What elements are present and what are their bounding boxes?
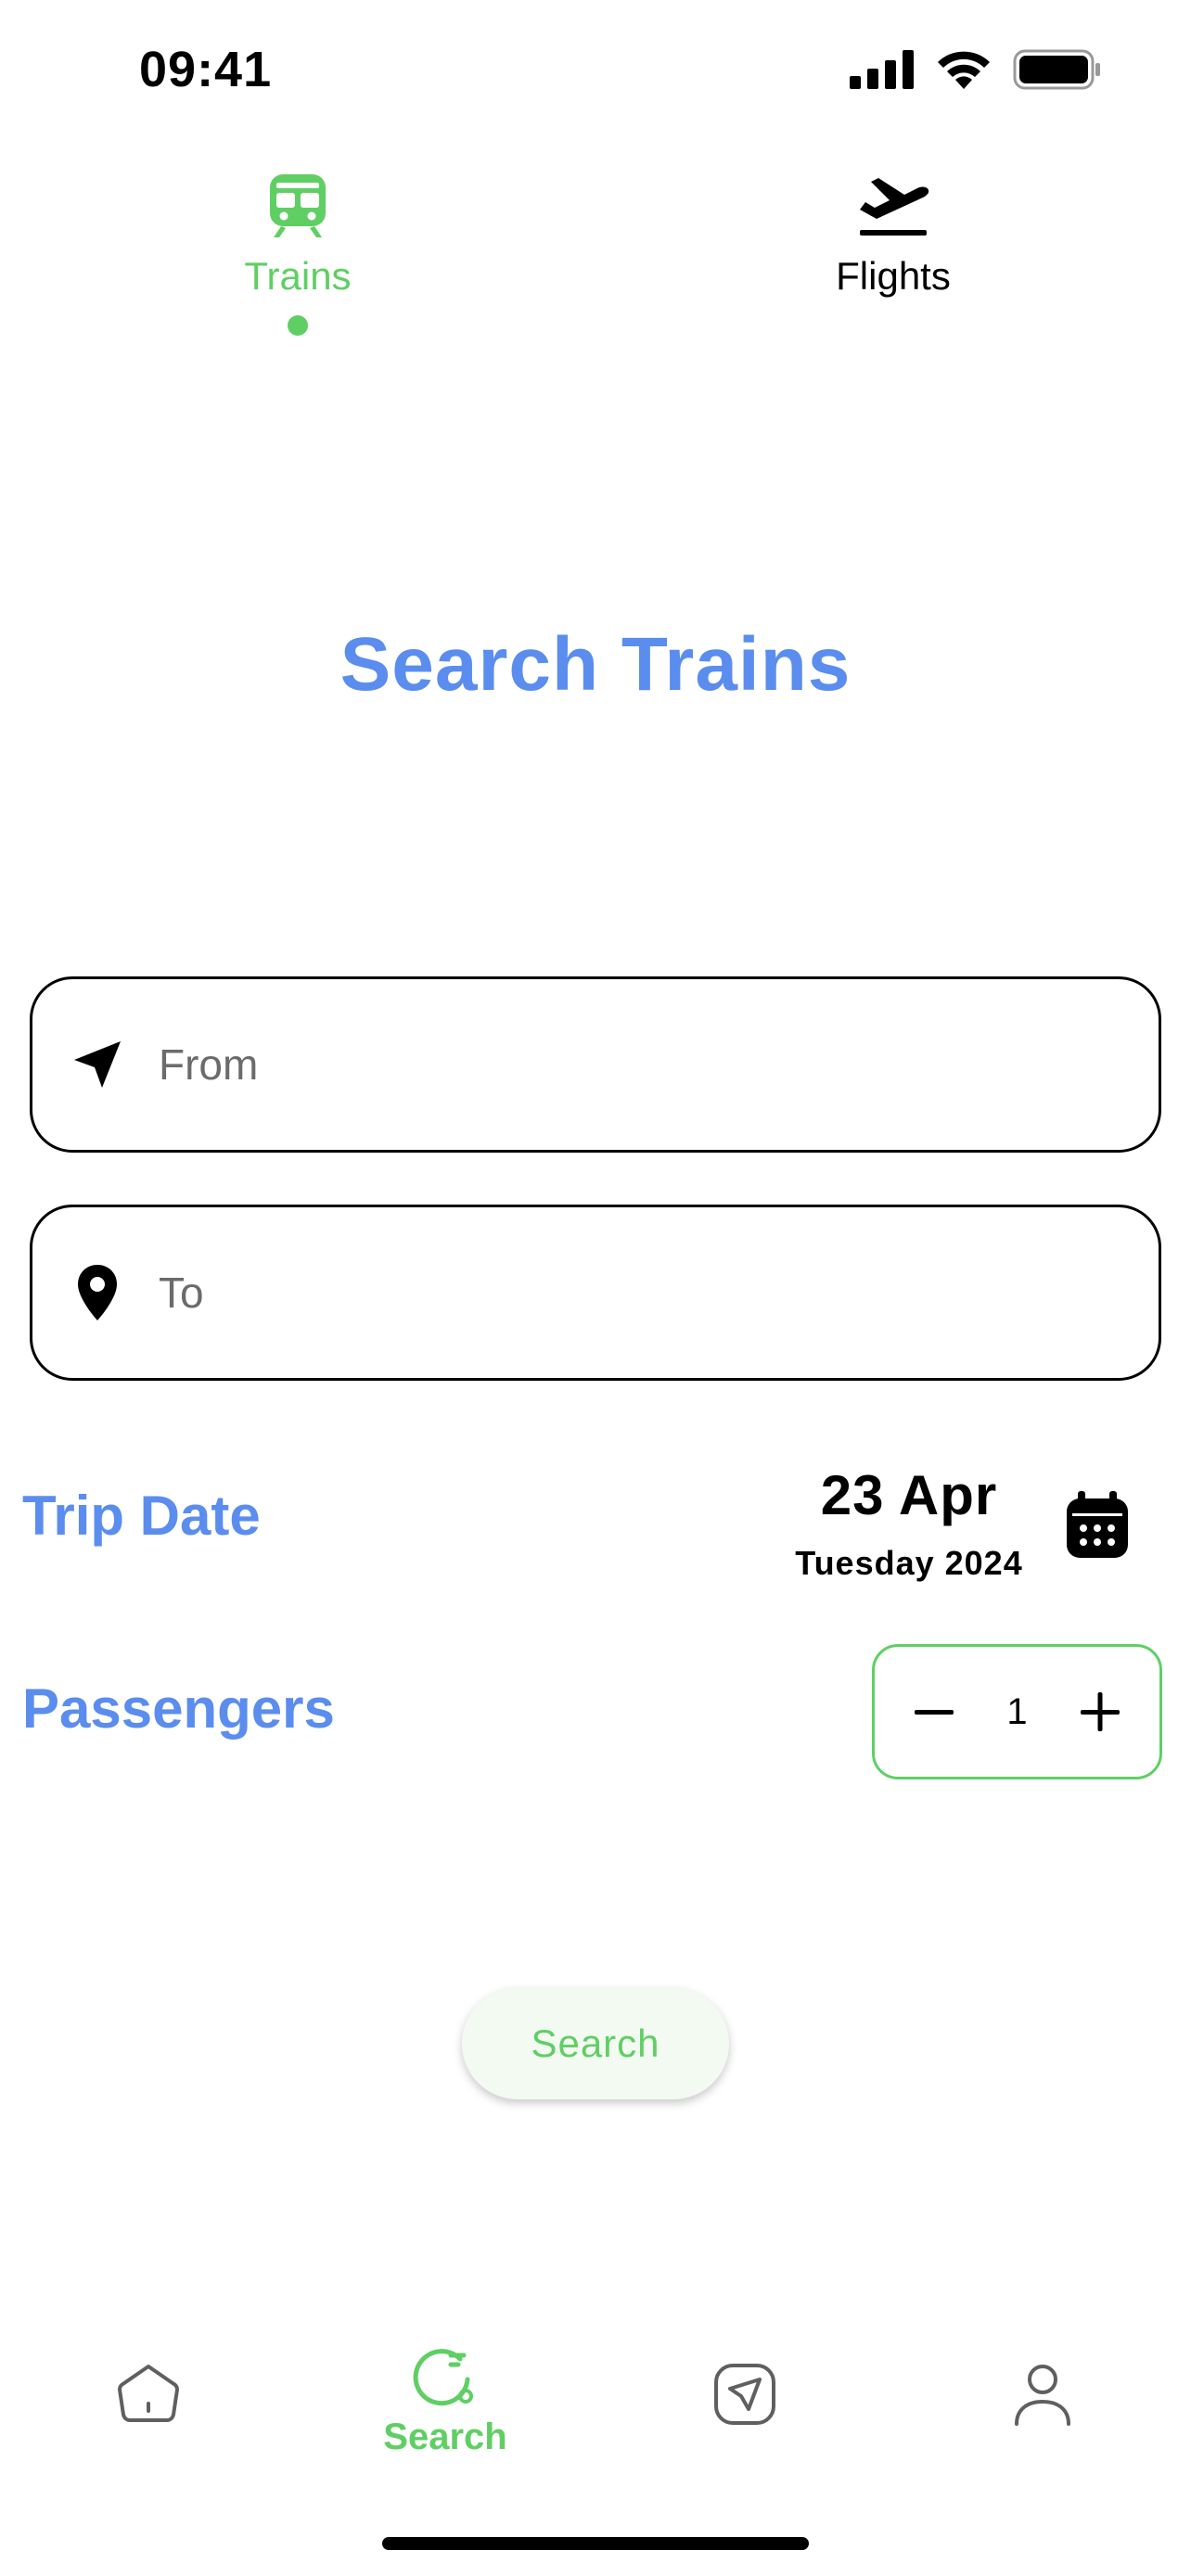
airplane-takeoff-icon (860, 178, 929, 236)
battery-icon (1013, 49, 1100, 90)
tab-trains[interactable]: Trains (177, 172, 418, 336)
nav-send[interactable] (652, 2363, 838, 2426)
user-icon (1015, 2365, 1070, 2426)
passenger-count: 1 (1006, 1690, 1028, 1732)
page-title: Search Trains (339, 622, 852, 707)
trip-date-weekday-year[interactable]: Tuesday 2024 (761, 1544, 1057, 1583)
from-field[interactable] (30, 976, 1161, 1153)
home-icon (118, 2365, 179, 2422)
nav-search[interactable]: Search (352, 2342, 538, 2458)
tab-flights-label: Flights (836, 254, 951, 298)
train-icon (270, 174, 326, 237)
search-button[interactable]: Search (462, 1988, 729, 2099)
nav-profile[interactable] (950, 2363, 1135, 2428)
tab-trains-label: Trains (244, 254, 352, 298)
trip-date-label: Trip Date (22, 1485, 261, 1547)
search-icon (413, 2349, 473, 2406)
status-time: 09:41 (139, 42, 273, 97)
calendar-button[interactable] (1065, 1489, 1130, 1560)
active-tab-indicator (288, 315, 308, 336)
passengers-stepper: 1 (872, 1644, 1162, 1779)
status-icons (850, 48, 1102, 91)
send-icon (714, 2364, 775, 2425)
wifi-icon (938, 51, 990, 89)
nav-home[interactable] (56, 2363, 241, 2424)
to-input[interactable] (159, 1268, 1086, 1318)
navigation-arrow-icon (70, 1037, 125, 1092)
passengers-label: Passengers (22, 1677, 335, 1740)
trip-date-day-month[interactable]: 23 Apr (761, 1463, 1057, 1527)
home-indicator (382, 2537, 809, 2550)
nav-search-label: Search (383, 2417, 507, 2457)
from-input[interactable] (159, 1039, 1086, 1090)
signal-icon (850, 50, 914, 89)
calendar-icon (1067, 1491, 1128, 1558)
map-pin-icon (70, 1265, 125, 1320)
bottom-nav: Search (0, 2309, 1191, 2576)
tab-flights[interactable]: Flights (773, 172, 1014, 299)
minus-icon (915, 1710, 954, 1715)
plus-icon (1081, 1692, 1120, 1731)
increment-button[interactable] (1076, 1688, 1124, 1736)
to-field[interactable] (30, 1205, 1161, 1381)
decrement-button[interactable] (910, 1688, 958, 1736)
